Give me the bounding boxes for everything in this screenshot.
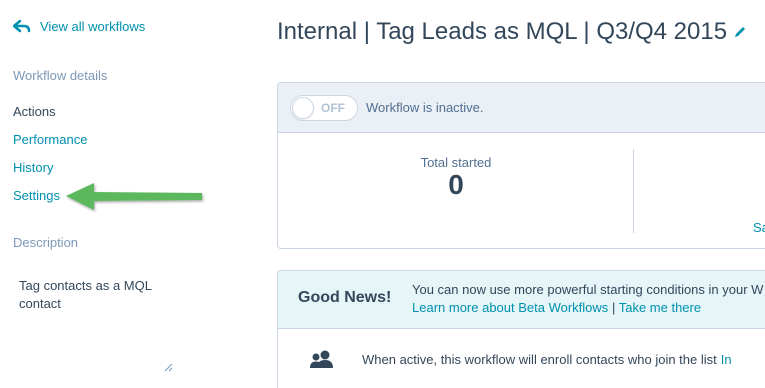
resize-grip-icon[interactable] [163, 362, 173, 372]
edit-pencil-icon[interactable] [733, 25, 747, 39]
view-all-workflows-link[interactable]: View all workflows [13, 19, 145, 34]
stat-divider [633, 149, 634, 233]
description-heading: Description [13, 235, 79, 250]
sidebar-item-settings[interactable]: Settings [13, 188, 60, 203]
stats-panel: Total started 0 [278, 133, 765, 248]
good-news-banner: Good News! You can now use more powerful… [278, 271, 765, 329]
sidebar-item-performance[interactable]: Performance [13, 132, 87, 147]
news-card: Good News! You can now use more powerful… [277, 270, 765, 388]
status-bar: OFF Workflow is inactive. [278, 83, 765, 133]
good-news-title: Good News! [298, 289, 392, 306]
workflow-status-text: Workflow is inactive. [366, 100, 484, 115]
good-news-text: You can now use more powerful starting c… [412, 282, 764, 297]
enroll-list-link[interactable]: In [721, 352, 732, 367]
workflow-toggle[interactable]: OFF [290, 94, 358, 121]
learn-more-beta-link[interactable]: Learn more about Beta Workflows [412, 300, 608, 315]
total-started-value: 0 [448, 169, 464, 200]
title-row: Internal | Tag Leads as MQL | Q3/Q4 2015 [277, 18, 765, 46]
sidebar-item-actions[interactable]: Actions [13, 104, 56, 119]
take-me-there-link[interactable]: Take me there [619, 300, 701, 315]
description-textarea[interactable]: Tag contacts as a MQL contact [10, 268, 176, 374]
toggle-knob [292, 96, 314, 119]
enrollment-trigger-row: When active, this workflow will enroll c… [308, 349, 732, 369]
total-started-label: Total started [420, 155, 492, 170]
stats-link[interactable]: Sa [753, 220, 765, 235]
total-started-stat: Total started 0 [278, 133, 634, 248]
workflow-details-heading: Workflow details [13, 68, 108, 83]
annotation-arrow-icon [66, 183, 202, 210]
sidebar: View all workflows Workflow details Acti… [0, 0, 250, 388]
enroll-text: When active, this workflow will enroll c… [362, 351, 717, 367]
good-news-message: You can now use more powerful starting c… [412, 281, 763, 317]
back-arrow-icon [13, 19, 31, 32]
toggle-label: OFF [321, 100, 345, 115]
sidebar-item-history[interactable]: History [13, 160, 53, 175]
workflow-status-card: OFF Workflow is inactive. Total started … [277, 82, 765, 249]
contacts-group-icon [310, 350, 333, 368]
back-link-label: View all workflows [40, 19, 146, 34]
page-title: Internal | Tag Leads as MQL | Q3/Q4 2015 [277, 18, 728, 45]
link-separator: | [611, 300, 616, 315]
